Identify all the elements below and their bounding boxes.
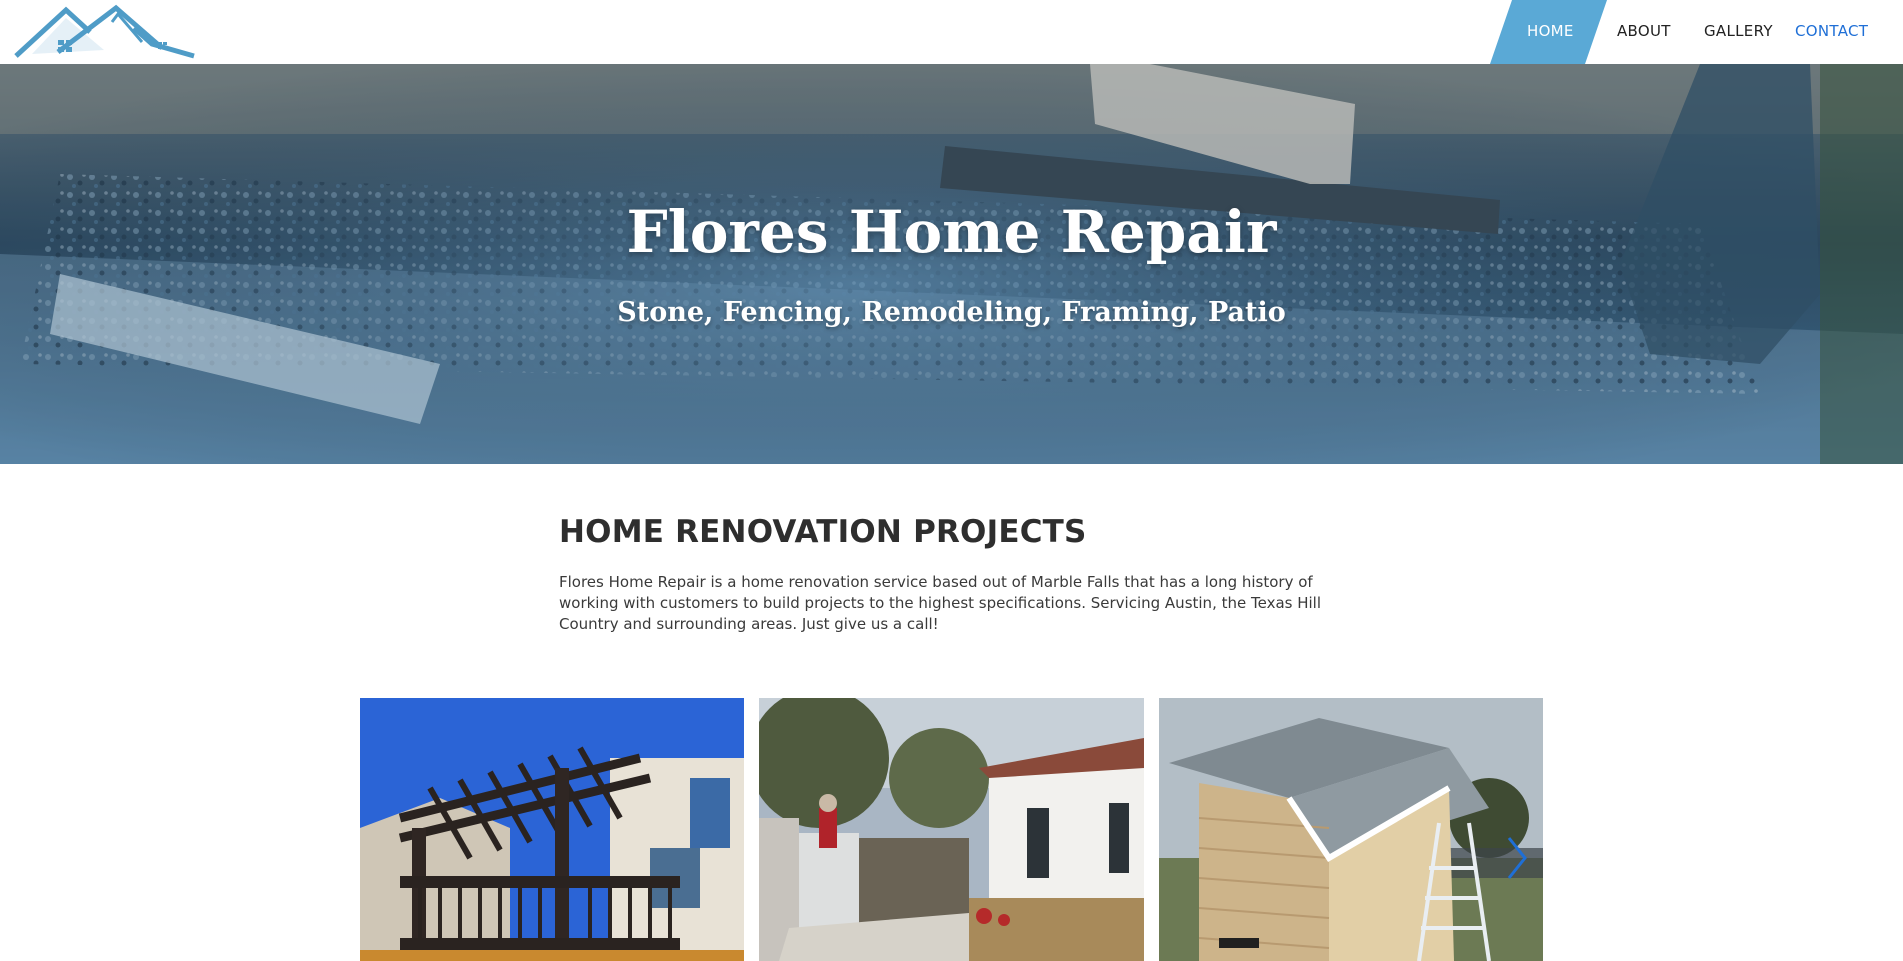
section-heading: HOME RENOVATION PROJECTS [559, 514, 1087, 550]
site-header: HOME ABOUT GALLERY CONTACT [0, 0, 1903, 64]
nav-about[interactable]: ABOUT [1617, 22, 1671, 40]
chevron-right-icon[interactable] [1505, 836, 1529, 880]
house-roof-logo[interactable] [12, 4, 196, 60]
hero-subtitle: Stone, Fencing, Remodeling, Framing, Pat… [617, 297, 1286, 328]
nav-home[interactable]: HOME [1527, 22, 1574, 40]
section-description: Flores Home Repair is a home renovation … [559, 573, 1321, 633]
gallery-image-stone-wall[interactable] [759, 698, 1144, 961]
gallery-image-pergola[interactable] [360, 698, 744, 961]
hero-title: Flores Home Repair [626, 198, 1277, 266]
nav-gallery[interactable]: GALLERY [1704, 22, 1773, 40]
hero-banner: Flores Home Repair Stone, Fencing, Remod… [0, 64, 1903, 464]
project-gallery [360, 698, 1543, 961]
nav-contact[interactable]: CONTACT [1795, 22, 1868, 40]
gallery-image-shed[interactable] [1159, 698, 1543, 961]
